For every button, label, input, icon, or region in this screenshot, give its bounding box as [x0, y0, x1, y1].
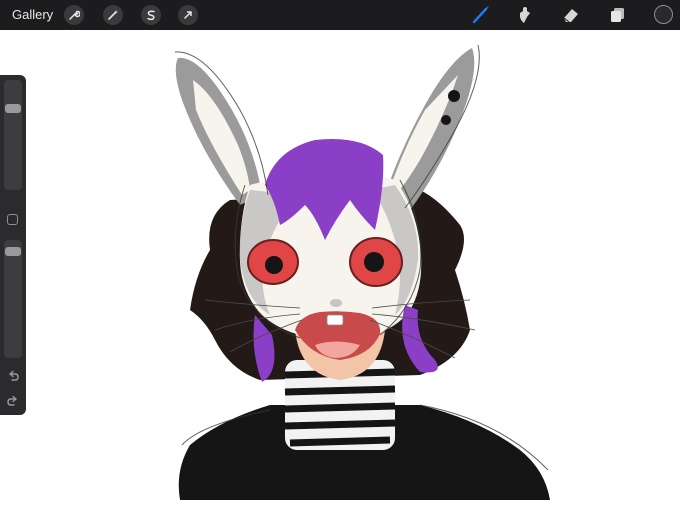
right-pupil	[364, 252, 384, 272]
smudge-button[interactable]	[513, 4, 535, 26]
selection-s-icon	[147, 10, 155, 21]
artwork	[174, 44, 550, 500]
brush-size-thumb[interactable]	[5, 104, 21, 113]
color-picker-button[interactable]	[654, 5, 673, 24]
top-toolbar: Gallery	[0, 0, 680, 30]
wrench-icon	[69, 10, 80, 20]
brush-button[interactable]	[470, 4, 492, 26]
eraser-button[interactable]	[560, 4, 582, 26]
transform-arrow-icon	[184, 11, 192, 19]
magic-wand-icon	[108, 10, 118, 20]
ear-mark-1	[448, 90, 460, 102]
left-sidebar	[0, 75, 26, 415]
gallery-button[interactable]: Gallery	[12, 7, 53, 22]
teeth-shape	[326, 314, 344, 326]
adjustments-button[interactable]	[103, 5, 123, 25]
eraser-icon	[563, 9, 578, 23]
opacity-slider[interactable]	[4, 240, 22, 358]
opacity-thumb[interactable]	[5, 247, 21, 256]
layers-icon	[611, 8, 624, 22]
nose-shape	[330, 299, 342, 307]
smudge-icon	[520, 7, 530, 23]
modify-button[interactable]	[7, 214, 18, 225]
actions-button[interactable]	[64, 5, 84, 25]
left-pupil	[265, 256, 283, 274]
transform-button[interactable]	[178, 5, 198, 25]
redo-button[interactable]	[5, 393, 21, 409]
undo-icon	[9, 370, 19, 381]
selection-button[interactable]	[141, 5, 161, 25]
ear-mark-2	[441, 115, 451, 125]
redo-icon	[7, 395, 17, 406]
undo-button[interactable]	[5, 368, 21, 384]
layers-button[interactable]	[606, 4, 628, 26]
brush-size-slider[interactable]	[4, 80, 22, 190]
brush-icon	[472, 6, 489, 24]
drawing-canvas[interactable]	[0, 30, 680, 510]
